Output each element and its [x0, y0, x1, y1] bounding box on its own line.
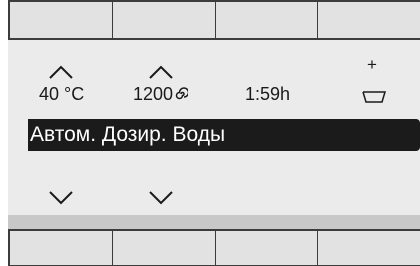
selected-option-label: Автом. Дозир. Воды [30, 123, 226, 146]
temperature-value: 40 °C [39, 84, 85, 104]
chevron-up-icon[interactable] [48, 65, 74, 79]
plus-icon[interactable]: + [367, 56, 377, 73]
top-softkey-2[interactable] [111, 0, 215, 40]
bottom-softkey-row [8, 229, 420, 266]
chevron-up-icon[interactable] [148, 65, 174, 79]
top-softkey-1[interactable] [8, 0, 112, 40]
top-softkey-4[interactable] [317, 0, 420, 40]
spin-speed-number: 1200 [133, 84, 174, 104]
spin-speed-value: 1200 [133, 84, 190, 105]
lcd-screen: 40 °C 1200 1:59h + Автом. Дозир. Воды [8, 40, 420, 215]
appliance-display-panel: 40 °C 1200 1:59h + Автом. Дозир. Воды [8, 0, 420, 266]
selected-option-bar[interactable]: Автом. Дозир. Воды [28, 119, 420, 151]
top-softkey-3[interactable] [214, 0, 318, 40]
chevron-down-icon[interactable] [48, 191, 74, 205]
bottom-softkey-2[interactable] [111, 229, 215, 266]
bottom-softkey-1[interactable] [8, 229, 112, 266]
chevron-down-icon[interactable] [148, 191, 174, 205]
bottom-softkey-4[interactable] [317, 229, 420, 266]
cup-icon[interactable] [362, 90, 387, 103]
duration-value: 1:59h [245, 84, 291, 104]
bottom-softkey-3[interactable] [214, 229, 318, 266]
top-softkey-row [8, 0, 420, 40]
spiral-icon [174, 85, 190, 105]
status-strip [8, 215, 420, 229]
